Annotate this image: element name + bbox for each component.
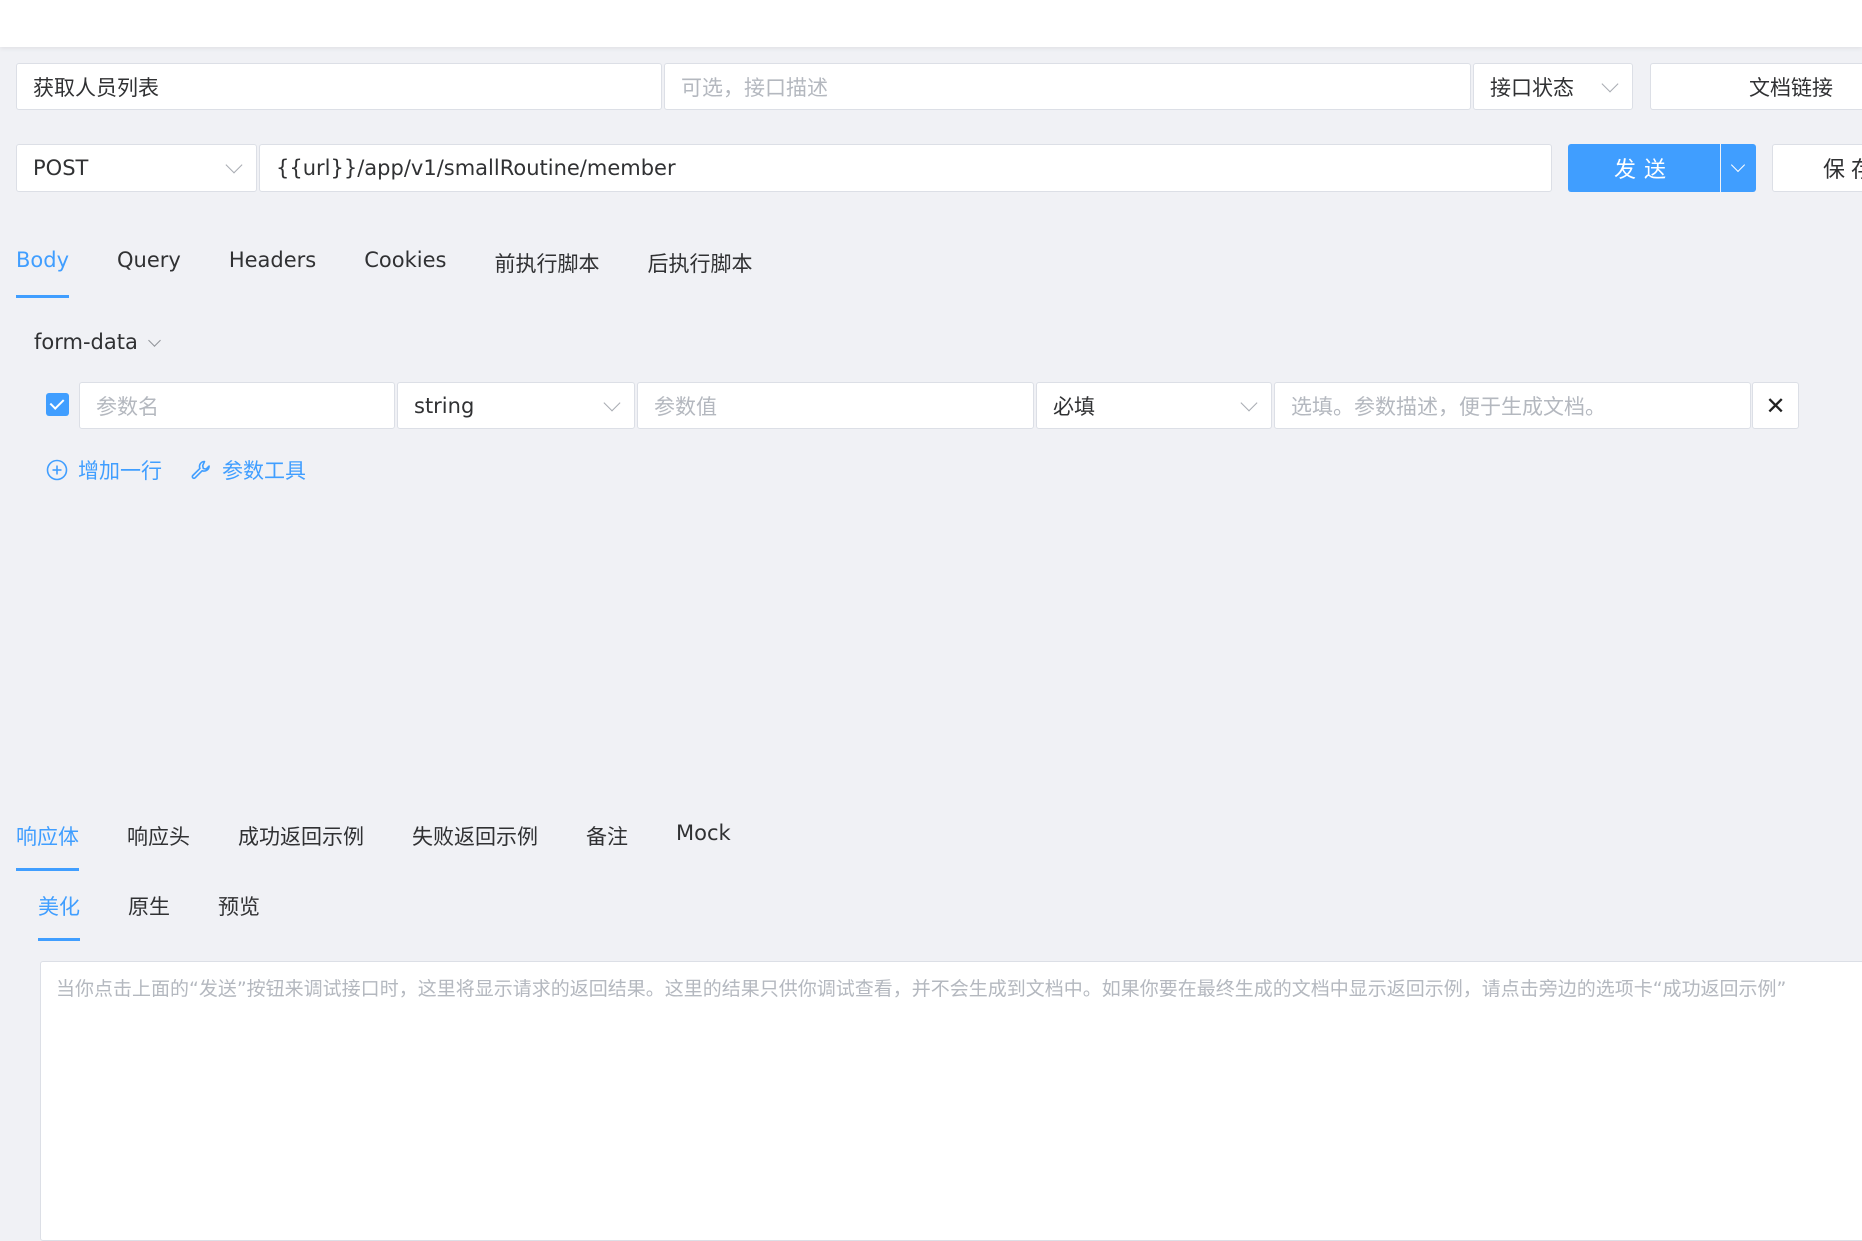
body-type-value: form-data (34, 330, 138, 354)
response-result-area[interactable]: 当你点击上面的“发送”按钮来调试接口时，这里将显示请求的返回结果。这里的结果只供… (40, 961, 1862, 1241)
tab-mock[interactable]: Mock (676, 821, 731, 851)
tab-preview[interactable]: 预览 (218, 891, 260, 921)
param-required-select[interactable]: 必填 (1036, 382, 1272, 429)
plus-circle-icon (46, 459, 68, 481)
api-status-select[interactable]: 接口状态 (1473, 63, 1633, 110)
tab-pre-script[interactable]: 前执行脚本 (494, 248, 599, 278)
tab-failure-example[interactable]: 失败返回示例 (412, 821, 538, 851)
param-description-input[interactable]: 选填。参数描述，便于生成文档。 (1274, 382, 1751, 429)
chevron-down-icon (1730, 157, 1746, 173)
method-value: POST (33, 156, 89, 180)
chevron-down-icon (225, 156, 243, 174)
param-enabled-checkbox[interactable] (46, 393, 69, 416)
tab-response-headers[interactable]: 响应头 (127, 821, 190, 851)
tab-raw[interactable]: 原生 (128, 891, 170, 921)
remove-param-button[interactable]: ✕ (1752, 382, 1799, 429)
chevron-down-icon (1240, 394, 1258, 411)
api-description-input[interactable]: 可选，接口描述 (664, 63, 1471, 110)
save-label: 保存 (1823, 158, 1862, 183)
method-select[interactable]: POST (16, 144, 257, 192)
api-name-input[interactable]: 获取人员列表 (16, 63, 662, 110)
send-button[interactable]: 发送 (1568, 144, 1720, 192)
view-tabs: 美化 原生 预览 (38, 891, 260, 941)
send-label: 发送 (1613, 158, 1674, 183)
url-input[interactable]: {{url}}/app/v1/smallRoutine/member (259, 144, 1552, 192)
chevron-down-icon (147, 334, 161, 347)
body-type-select[interactable]: form-data (34, 330, 161, 354)
response-result-placeholder: 当你点击上面的“发送”按钮来调试接口时，这里将显示请求的返回结果。这里的结果只供… (56, 978, 1787, 1000)
tab-beautify[interactable]: 美化 (38, 891, 80, 941)
tab-post-script[interactable]: 后执行脚本 (647, 248, 752, 278)
api-name-value: 获取人员列表 (33, 75, 159, 100)
param-description-placeholder: 选填。参数描述，便于生成文档。 (1291, 394, 1606, 419)
param-tool-label: 参数工具 (222, 459, 306, 483)
doc-link-button[interactable]: 文档链接 (1650, 63, 1862, 110)
wrench-icon (191, 460, 210, 480)
close-icon: ✕ (1765, 391, 1786, 420)
param-tool-button[interactable]: 参数工具 (190, 455, 306, 485)
tab-body[interactable]: Body (16, 248, 70, 298)
param-name-placeholder: 参数名 (96, 394, 159, 419)
param-name-input[interactable]: 参数名 (79, 382, 395, 429)
chevron-down-icon (1601, 75, 1619, 92)
api-description-placeholder: 可选，接口描述 (681, 75, 828, 100)
save-button[interactable]: 保存 (1772, 144, 1862, 192)
add-row-label: 增加一行 (78, 459, 162, 483)
send-options-button[interactable] (1721, 144, 1756, 192)
tab-cookies[interactable]: Cookies (364, 248, 446, 278)
param-type-value: string (414, 393, 475, 418)
tab-response-body[interactable]: 响应体 (16, 821, 79, 871)
param-value-placeholder: 参数值 (654, 394, 717, 419)
tab-query[interactable]: Query (117, 248, 181, 278)
param-value-input[interactable]: 参数值 (637, 382, 1034, 429)
add-row-button[interactable]: 增加一行 (46, 455, 162, 485)
request-tabs: Body Query Headers Cookies 前执行脚本 后执行脚本 (16, 248, 752, 298)
param-type-select[interactable]: string (397, 382, 635, 429)
tab-notes[interactable]: 备注 (586, 821, 628, 851)
api-status-label: 接口状态 (1490, 75, 1574, 100)
doc-link-label: 文档链接 (1749, 75, 1833, 100)
tab-success-example[interactable]: 成功返回示例 (238, 821, 364, 851)
top-bar (0, 0, 1862, 47)
url-value: {{url}}/app/v1/smallRoutine/member (276, 156, 676, 180)
chevron-down-icon (603, 394, 621, 411)
response-tabs: 响应体 响应头 成功返回示例 失败返回示例 备注 Mock (16, 821, 731, 871)
tab-headers[interactable]: Headers (229, 248, 316, 278)
param-required-value: 必填 (1053, 394, 1095, 419)
